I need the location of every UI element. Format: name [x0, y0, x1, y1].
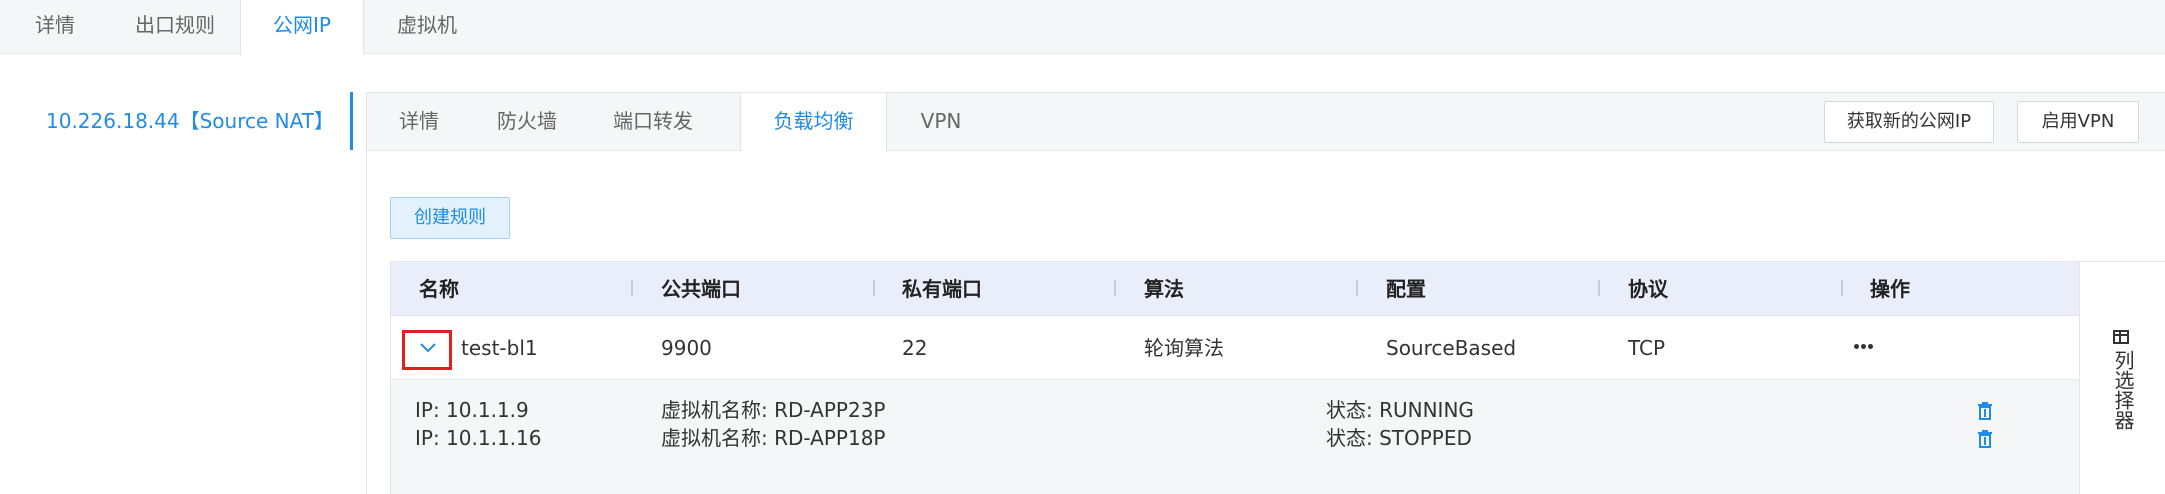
cell-private-port: 22 — [902, 336, 928, 360]
acquire-public-ip-button[interactable]: 获取新的公网IP — [1824, 101, 1994, 143]
column-resize-handle[interactable] — [631, 280, 633, 296]
tab-egress-rules[interactable]: 出口规则 — [110, 0, 240, 54]
top-tab-bar: 详情 出口规则 公网IP 虚拟机 — [0, 0, 2165, 55]
member-status: 状态: STOPPED — [1326, 426, 1472, 450]
cell-name: test-bl1 — [461, 336, 538, 360]
column-header-algorithm[interactable]: 算法 — [1144, 262, 1184, 316]
enable-vpn-button[interactable]: 启用VPN — [2017, 101, 2139, 143]
more-actions-icon[interactable] — [1854, 344, 1874, 350]
column-header-actions: 操作 — [1870, 277, 1910, 301]
ip-list-item[interactable]: 10.226.18.44【Source NAT】 — [0, 96, 354, 150]
subtab-vpn[interactable]: VPN — [887, 93, 995, 151]
member-status: 状态: RUNNING — [1326, 398, 1474, 422]
member-vm-name: 虚拟机名称: RD-APP18P — [661, 426, 886, 450]
cell-public-port: 9900 — [661, 336, 712, 360]
cell-protocol: TCP — [1628, 336, 1666, 360]
member-ip: IP: 10.1.1.9 — [415, 398, 529, 422]
column-resize-handle[interactable] — [1356, 280, 1358, 296]
member-ip: IP: 10.1.1.16 — [415, 426, 542, 450]
ip-detail-panel: 详情 防火墙 端口转发 负载均衡 VPN 获取新的公网IP 启用VPN 创建规则… — [366, 92, 2165, 494]
expand-row-button[interactable] — [402, 330, 452, 370]
sub-tab-bar: 详情 防火墙 端口转发 负载均衡 VPN 获取新的公网IP 启用VPN — [367, 93, 2165, 152]
subtab-port-forwarding[interactable]: 端口转发 — [583, 93, 723, 151]
load-balancer-table: 名称 公共端口 私有端口 算法 配置 协议 操作 test-bl1 9900 2… — [390, 261, 2165, 494]
column-chooser-label: 列选择器 — [2111, 350, 2135, 430]
tab-details[interactable]: 详情 — [0, 0, 110, 54]
create-rule-button[interactable]: 创建规则 — [390, 197, 510, 239]
trash-icon[interactable] — [1977, 402, 1993, 420]
column-resize-handle[interactable] — [1841, 280, 1843, 296]
ip-list-active-indicator — [350, 92, 353, 150]
tab-public-ip[interactable]: 公网IP — [240, 0, 364, 55]
column-header-name[interactable]: 名称 — [419, 262, 459, 316]
column-resize-handle[interactable] — [873, 280, 875, 296]
subtab-load-balancing[interactable]: 负载均衡 — [740, 93, 887, 152]
subtab-firewall[interactable]: 防火墙 — [471, 93, 583, 151]
table-row[interactable]: test-bl1 9900 22 轮询算法 SourceBased TCP — [391, 316, 2079, 380]
column-chooser[interactable]: 列选择器 — [2079, 262, 2165, 494]
expanded-row-detail: IP: 10.1.1.9 虚拟机名称: RD-APP23P 状态: RUNNIN… — [391, 380, 2079, 494]
table-header: 名称 公共端口 私有端口 算法 配置 协议 操作 — [391, 262, 2079, 316]
column-resize-handle[interactable] — [1598, 280, 1600, 296]
cell-algorithm: 轮询算法 — [1144, 336, 1224, 360]
trash-icon[interactable] — [1977, 430, 1993, 448]
member-vm-name: 虚拟机名称: RD-APP23P — [661, 398, 886, 422]
column-header-config[interactable]: 配置 — [1386, 262, 1426, 316]
subtab-details[interactable]: 详情 — [367, 93, 471, 151]
chevron-down-icon — [420, 343, 436, 353]
column-header-public-port[interactable]: 公共端口 — [661, 262, 741, 316]
table-columns-icon — [2113, 330, 2129, 344]
column-header-protocol[interactable]: 协议 — [1628, 262, 1668, 316]
column-resize-handle[interactable] — [1114, 280, 1116, 296]
tab-vms[interactable]: 虚拟机 — [364, 0, 490, 54]
column-header-private-port[interactable]: 私有端口 — [902, 262, 982, 316]
cell-config: SourceBased — [1386, 336, 1517, 360]
